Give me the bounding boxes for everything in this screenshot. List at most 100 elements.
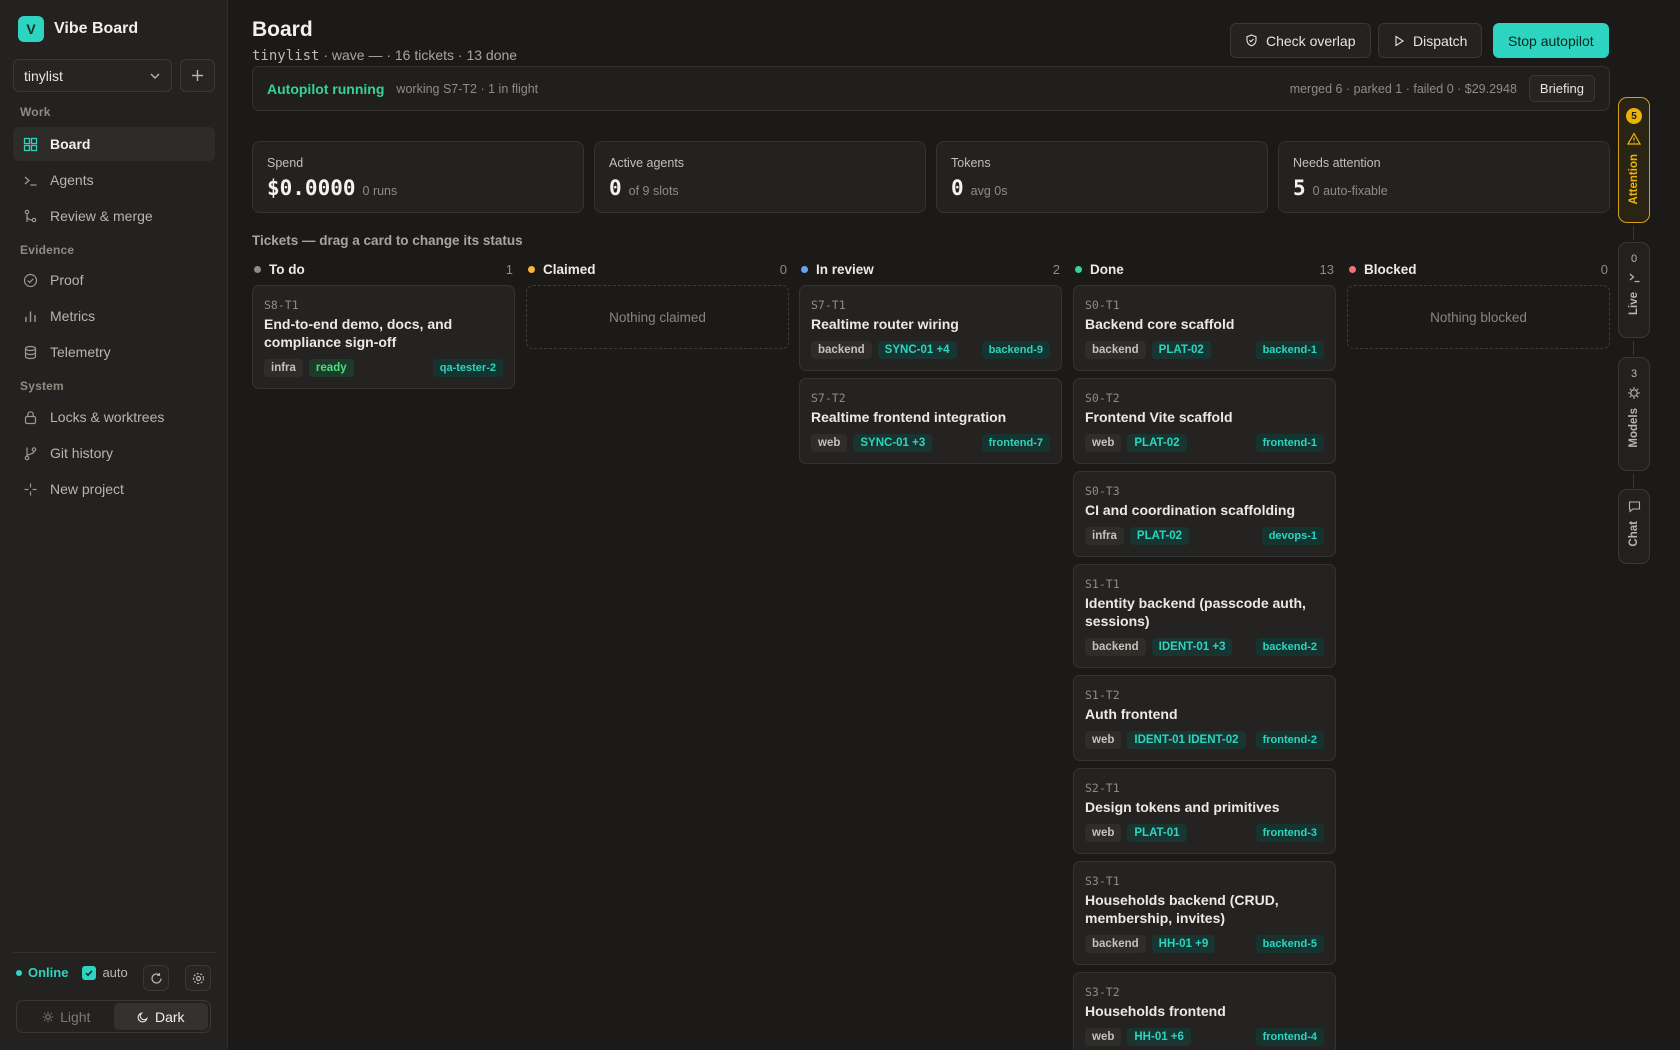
- live-tab[interactable]: 0 Live: [1618, 242, 1650, 338]
- autopilot-stats: merged 6 · parked 1 · failed 0 · $29.294…: [1289, 81, 1517, 96]
- stat-value: 0: [609, 176, 622, 200]
- dispatch-label: Dispatch: [1413, 32, 1468, 49]
- models-tab[interactable]: 3 Models: [1618, 357, 1650, 471]
- ticket-tags: web IDENT-01 IDENT-02 frontend-2: [1085, 731, 1324, 749]
- column-count: 0: [779, 261, 787, 277]
- ticket-card[interactable]: S0-T3 CI and coordination scaffolding infr…: [1073, 471, 1336, 557]
- check-overlap-button[interactable]: Check overlap: [1230, 23, 1371, 58]
- nav-item-telemetry[interactable]: Telemetry: [13, 335, 215, 369]
- ticket-tags: web SYNC-01 +3 frontend-7: [811, 434, 1050, 452]
- models-label: Models: [1628, 408, 1640, 448]
- ticket-card[interactable]: S3-T2 Households frontend web HH-01 +6 front…: [1073, 972, 1336, 1050]
- settings-button[interactable]: [185, 965, 211, 991]
- column-header: Blocked 0: [1347, 261, 1610, 277]
- ticket-requirement-tag: ready: [308, 359, 354, 377]
- ticket-id: S0-T3: [1085, 484, 1120, 498]
- stat-label: Active agents: [609, 156, 685, 170]
- ticket-tags: infra ready qa-tester-2: [264, 359, 503, 377]
- ticket-card[interactable]: S1-T1 Identity backend (passcode auth, se…: [1073, 564, 1336, 668]
- ticket-requirement-tag: HH-01 +9: [1151, 935, 1216, 953]
- ticket-card[interactable]: S0-T2 Frontend Vite scaffold web PLAT-02 fro…: [1073, 378, 1336, 464]
- theme-dark-option[interactable]: Dark: [113, 1003, 208, 1030]
- nav-item-git-history[interactable]: Git history: [13, 436, 215, 470]
- ticket-id: S1-T1: [1085, 577, 1120, 591]
- warning-icon: [1627, 132, 1641, 145]
- rail-divider: [1633, 341, 1634, 355]
- refresh-button[interactable]: [143, 965, 169, 991]
- column-name: Done: [1090, 261, 1124, 277]
- stat-spend: Spend $0.0000 0 runs: [252, 141, 584, 213]
- ticket-card[interactable]: S8-T1 End-to-end demo, docs, and complian…: [252, 285, 515, 389]
- nav-item-proof[interactable]: Proof: [13, 263, 215, 297]
- stat-active-agents: Active agents 0 of 9 slots: [594, 141, 926, 213]
- ticket-agent-tag: qa-tester-2: [432, 359, 503, 377]
- brand-logo: V: [18, 16, 44, 42]
- chat-tab[interactable]: Chat: [1618, 489, 1650, 564]
- ticket-card[interactable]: S7-T2 Realtime frontend integration web SYN…: [799, 378, 1062, 464]
- column-status-dot: [254, 265, 261, 273]
- ticket-area-tag: infra: [1085, 527, 1124, 545]
- nav-label: Git history: [50, 445, 114, 461]
- ticket-requirement-tag: HH-01 +6: [1127, 1028, 1191, 1046]
- column-status-dot: [801, 265, 808, 273]
- stat-value: 5: [1293, 176, 1306, 200]
- briefing-button[interactable]: Briefing: [1528, 75, 1595, 102]
- ticket-agent-tag: frontend-1: [1255, 434, 1324, 452]
- nav-section-work: Work: [20, 105, 51, 119]
- add-project-button[interactable]: [180, 59, 215, 92]
- ticket-card[interactable]: S2-T1 Design tokens and primitives web PLAT…: [1073, 768, 1336, 854]
- ticket-id: S0-T2: [1085, 391, 1120, 405]
- project-select[interactable]: tinylist: [13, 59, 172, 92]
- ticket-agent-tag: frontend-7: [981, 434, 1050, 452]
- models-count: 3: [1630, 368, 1638, 380]
- ticket-requirement-tag: SYNC-01 +4: [877, 341, 957, 359]
- stat-sub: of 9 slots: [628, 184, 679, 198]
- theme-light-option[interactable]: Light: [19, 1003, 114, 1030]
- column-status-dot: [1075, 265, 1082, 273]
- nav-item-locks-worktrees[interactable]: Locks & worktrees: [13, 400, 215, 434]
- ticket-tags: web PLAT-02 frontend-1: [1085, 434, 1324, 452]
- stat-label: Needs attention: [1293, 156, 1381, 170]
- ticket-card[interactable]: S3-T1 Households backend (CRUD, membershi…: [1073, 861, 1336, 965]
- ticket-area-tag: infra: [264, 359, 303, 377]
- ticket-area-tag: backend: [811, 341, 872, 359]
- nav-section-evidence: Evidence: [20, 243, 75, 257]
- ticket-agent-tag: frontend-2: [1255, 731, 1324, 749]
- column-status-dot: [528, 265, 535, 273]
- column-name: Blocked: [1364, 261, 1417, 277]
- live-count: 0: [1630, 253, 1638, 265]
- ticket-card[interactable]: S0-T1 Backend core scaffold backend PLAT-02…: [1073, 285, 1336, 371]
- gear-icon: [192, 972, 204, 984]
- column-name: Claimed: [543, 261, 596, 277]
- ticket-requirement-tag: PLAT-01: [1127, 824, 1187, 842]
- stat-sub: avg 0s: [970, 184, 1008, 198]
- status-dot: [16, 969, 22, 976]
- auto-label: auto: [102, 965, 128, 980]
- shield-check-icon: [1246, 34, 1257, 47]
- attention-tab[interactable]: 5 Attention: [1618, 97, 1650, 223]
- ticket-area-tag: web: [1085, 824, 1122, 842]
- nav-item-new-project[interactable]: New project: [13, 472, 215, 506]
- sparkle-icon: [24, 483, 37, 495]
- dispatch-button[interactable]: Dispatch: [1378, 23, 1483, 58]
- auto-checkbox[interactable]: [82, 965, 97, 980]
- stat-label: Spend: [267, 156, 304, 170]
- nav-item-review-merge[interactable]: Review & merge: [13, 199, 215, 233]
- play-icon: [1395, 34, 1405, 47]
- ticket-title: Identity backend (passcode auth, session…: [1085, 595, 1306, 629]
- column-name: To do: [269, 261, 305, 277]
- ticket-card[interactable]: S7-T1 Realtime router wiring backend SYNC-0…: [799, 285, 1062, 371]
- column-count: 0: [1600, 261, 1608, 277]
- nav-item-agents[interactable]: Agents: [13, 163, 215, 197]
- nav-label: Telemetry: [50, 344, 111, 360]
- ticket-id: S8-T1: [264, 298, 299, 312]
- ticket-card[interactable]: S1-T2 Auth frontend web IDENT-01 IDENT-02 fr…: [1073, 675, 1336, 761]
- stop-autopilot-button[interactable]: Stop autopilot: [1493, 23, 1609, 58]
- column-todo: To do 1 S8-T1 End-to-end demo, docs, and co…: [252, 261, 515, 389]
- brand[interactable]: V Vibe Board: [18, 16, 138, 42]
- ticket-tags: infra PLAT-02 devops-1: [1085, 527, 1324, 545]
- nav-item-board[interactable]: Board: [13, 127, 215, 161]
- brand-name: Vibe Board: [54, 20, 139, 37]
- check-circle-icon: [23, 273, 38, 287]
- nav-item-metrics[interactable]: Metrics: [13, 299, 215, 333]
